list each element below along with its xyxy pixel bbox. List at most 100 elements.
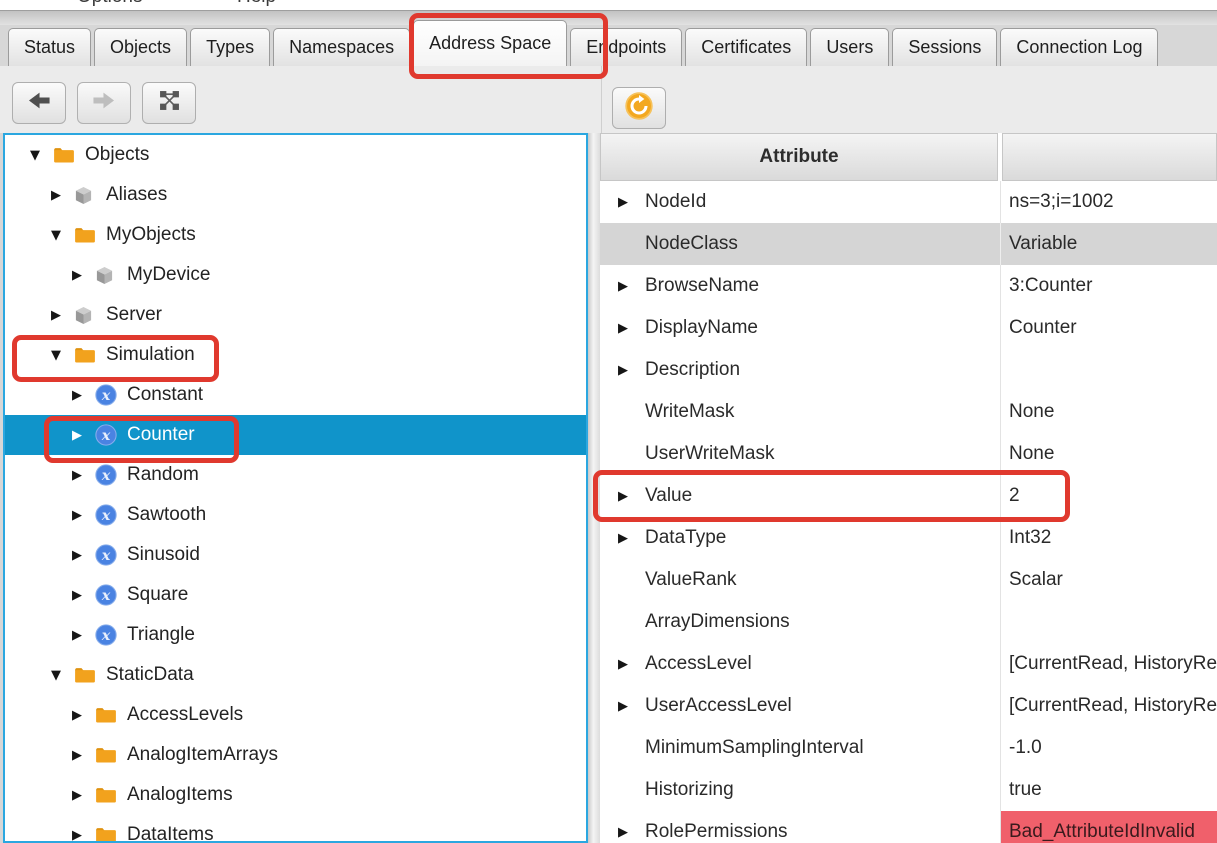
folder-icon [53,144,77,166]
folder-icon [95,784,119,806]
menu-options[interactable]: Options [77,0,142,8]
tree-item-square[interactable]: ▶xSquare [5,575,586,615]
chevron-right-icon[interactable]: ▶ [65,468,89,483]
attribute-value: [CurrentRead, HistoryRead] [1000,685,1217,727]
svg-text:x: x [101,548,111,564]
chevron-right-icon[interactable]: ▶ [618,825,645,840]
svg-text:x: x [101,588,111,604]
attribute-row-description[interactable]: ▶Description [600,349,1217,391]
tree-item-dataitems[interactable]: ▶DataItems [5,815,586,843]
menu-help[interactable]: Help [237,0,276,8]
chevron-right-icon[interactable]: ▶ [65,748,89,763]
show-references-button[interactable] [142,82,196,124]
variable-icon: x [95,504,119,526]
attribute-value: ns=3;i=1002 [1000,181,1217,223]
attribute-row-rolepermissions[interactable]: ▶RolePermissionsBad_AttributeIdInvalid [600,811,1217,843]
tree-item-accesslevels[interactable]: ▶ AccessLevels [5,695,586,735]
tree-item-label: AccessLevels [127,704,243,726]
tab-bar: StatusObjectsTypesNamespacesAddress Spac… [0,25,1217,66]
attribute-name-cell: ▶Description [600,349,1000,391]
tree-item-constant[interactable]: ▶xConstant [5,375,586,415]
tree-item-counter[interactable]: ▶ x Counter [5,415,586,455]
tree-item-myobjects[interactable]: ▼MyObjects [5,215,586,255]
chevron-right-icon[interactable]: ▶ [65,508,89,523]
tree-item-random[interactable]: ▶xRandom [5,455,586,495]
variable-icon: x [95,424,119,446]
svg-text:x: x [101,388,111,404]
chevron-right-icon[interactable]: ▶ [618,657,645,672]
tree-item-analogitems[interactable]: ▶AnalogItems [5,775,586,815]
tab-sessions[interactable]: Sessions [892,28,997,66]
chevron-right-icon[interactable]: ▶ [65,788,89,803]
attribute-row-datatype[interactable]: ▶DataTypeInt32 [600,517,1217,559]
tree-item-sinusoid[interactable]: ▶xSinusoid [5,535,586,575]
chevron-right-icon[interactable]: ▶ [65,388,89,403]
chevron-down-icon[interactable]: ▼ [44,668,68,683]
chevron-right-icon[interactable]: ▶ [618,699,645,714]
tree-item-analogitemarrays[interactable]: ▶AnalogItemArrays [5,735,586,775]
chevron-down-icon[interactable]: ▼ [44,348,68,363]
tree-item-server[interactable]: ▶Server [5,295,586,335]
tree-item-sawtooth[interactable]: ▶xSawtooth [5,495,586,535]
chevron-right-icon[interactable]: ▶ [618,279,645,294]
chevron-right-icon[interactable]: ▶ [65,428,89,443]
attribute-row-displayname[interactable]: ▶DisplayNameCounter [600,307,1217,349]
chevron-down-icon[interactable]: ▼ [44,228,68,243]
attribute-row-userwritemask[interactable]: UserWriteMaskNone [600,433,1217,475]
tab-types[interactable]: Types [190,28,270,66]
chevron-right-icon[interactable]: ▶ [44,308,68,323]
attribute-name-cell: ▶NodeId [600,181,1000,223]
tab-address-space[interactable]: Address Space [413,20,567,66]
forward-button[interactable] [77,82,131,124]
tab-certificates[interactable]: Certificates [685,28,807,66]
tab-status[interactable]: Status [8,28,91,66]
chevron-right-icon[interactable]: ▶ [65,268,89,283]
back-button[interactable] [12,82,66,124]
tree-item-aliases[interactable]: ▶Aliases [5,175,586,215]
attribute-row-useraccesslevel[interactable]: ▶UserAccessLevel[CurrentRead, HistoryRea… [600,685,1217,727]
attribute-row-valuerank[interactable]: ValueRankScalar [600,559,1217,601]
panel-splitter[interactable] [588,133,600,843]
value-column-header[interactable] [1002,133,1217,181]
chevron-down-icon[interactable]: ▼ [23,148,47,163]
attribute-column-header[interactable]: Attribute [600,133,998,181]
chevron-right-icon[interactable]: ▶ [65,548,89,563]
chevron-right-icon[interactable]: ▶ [44,188,68,203]
chevron-right-icon[interactable]: ▶ [65,628,89,643]
tree-item-label: Counter [127,424,195,446]
chevron-right-icon[interactable]: ▶ [618,195,645,210]
attribute-row-minimumsamplinginterval[interactable]: MinimumSamplingInterval-1.0 [600,727,1217,769]
attribute-row-arraydimensions[interactable]: ArrayDimensions [600,601,1217,643]
attribute-row-nodeclass[interactable]: NodeClassVariable [600,223,1217,265]
tab-objects[interactable]: Objects [94,28,187,66]
chevron-right-icon[interactable]: ▶ [618,489,645,504]
attribute-row-browsename[interactable]: ▶BrowseName3:Counter [600,265,1217,307]
tree-item-simulation[interactable]: ▼Simulation [5,335,586,375]
tree-item-label: MyDevice [127,264,210,286]
chevron-right-icon[interactable]: ▶ [65,708,89,723]
chevron-right-icon[interactable]: ▶ [65,828,89,843]
attribute-value: None [1000,433,1217,475]
chevron-right-icon[interactable]: ▶ [618,363,645,378]
attribute-name: WriteMask [645,401,734,423]
attribute-row-historizing[interactable]: Historizingtrue [600,769,1217,811]
attribute-row-nodeid[interactable]: ▶NodeIdns=3;i=1002 [600,181,1217,223]
chevron-right-icon[interactable]: ▶ [618,531,645,546]
chevron-right-icon[interactable]: ▶ [65,588,89,603]
tab-namespaces[interactable]: Namespaces [273,28,410,66]
attribute-row-accesslevel[interactable]: ▶AccessLevel[CurrentRead, HistoryRead] [600,643,1217,685]
tab-connection-log[interactable]: Connection Log [1000,28,1158,66]
tree-item-objects[interactable]: ▼Objects [5,135,586,175]
attribute-row-value[interactable]: ▶Value2 [600,475,1217,517]
attribute-row-writemask[interactable]: WriteMaskNone [600,391,1217,433]
tree-item-staticdata[interactable]: ▼StaticData [5,655,586,695]
tree-item-triangle[interactable]: ▶xTriangle [5,615,586,655]
attribute-value: 3:Counter [1000,265,1217,307]
tree-item-mydevice[interactable]: ▶ MyDevice [5,255,586,295]
tab-endpoints[interactable]: Endpoints [570,28,682,66]
attribute-name-cell: ValueRank [600,559,1000,601]
tab-users[interactable]: Users [810,28,889,66]
refresh-attributes-button[interactable] [612,87,666,129]
chevron-right-icon[interactable]: ▶ [618,321,645,336]
attribute-name: AccessLevel [645,653,752,675]
